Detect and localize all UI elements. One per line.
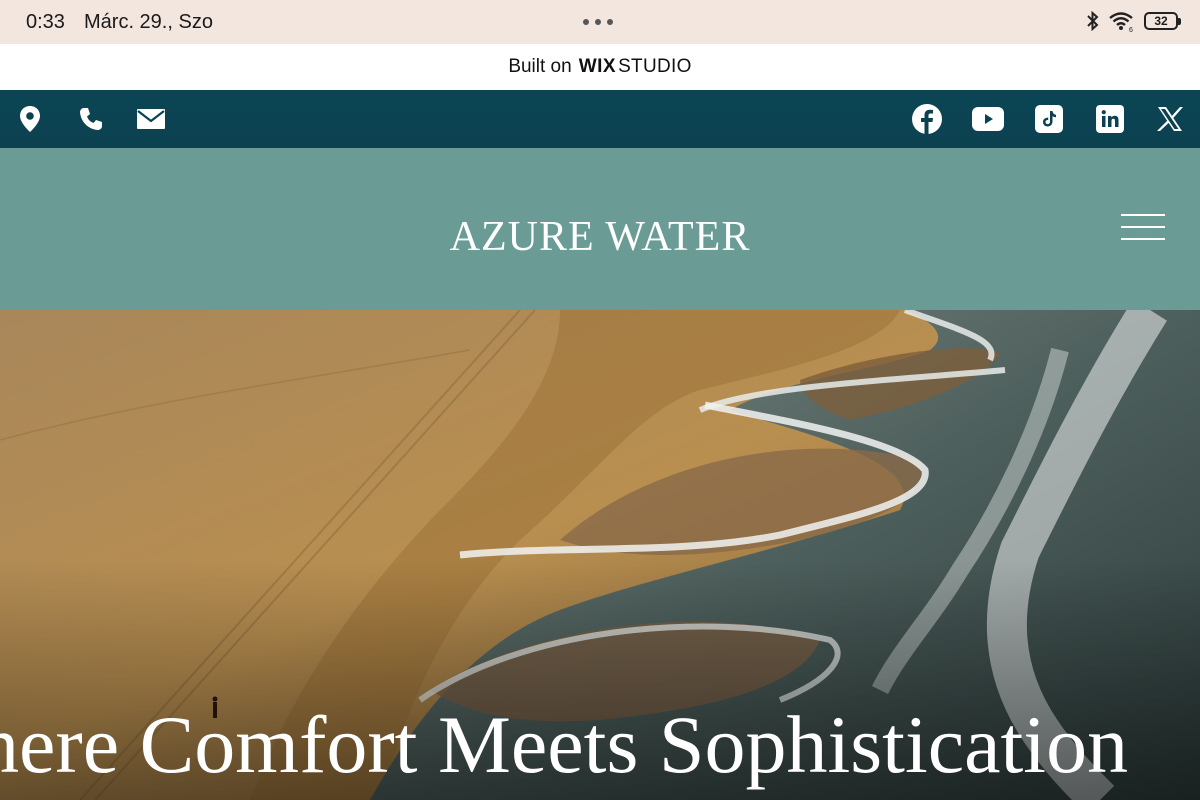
contact-social-bar xyxy=(0,90,1200,148)
location-pin-icon[interactable] xyxy=(14,103,46,135)
facebook-icon[interactable] xyxy=(911,103,943,135)
tiktok-icon[interactable] xyxy=(1033,103,1065,135)
youtube-icon[interactable] xyxy=(972,103,1004,135)
status-indicators: 6 32 xyxy=(1086,10,1181,32)
hero-section: here Comfort Meets Sophistication xyxy=(0,310,1200,800)
svg-text:6: 6 xyxy=(1129,27,1133,32)
site-header: AZURE WATER xyxy=(0,148,1200,310)
mail-icon[interactable] xyxy=(135,103,167,135)
bluetooth-icon xyxy=(1087,11,1099,31)
wix-logo-text: WIX xyxy=(578,56,617,77)
multitask-dots-icon[interactable] xyxy=(583,19,613,25)
battery-icon: 32 xyxy=(1144,12,1181,30)
battery-level: 32 xyxy=(1154,14,1168,28)
system-status-bar: 0:33 Márc. 29., Szo 6 32 xyxy=(0,0,1200,44)
x-icon[interactable] xyxy=(1154,103,1186,135)
linkedin-icon[interactable] xyxy=(1094,103,1126,135)
hero-headline: here Comfort Meets Sophistication xyxy=(0,699,1129,790)
hamburger-menu-icon[interactable] xyxy=(1121,212,1165,242)
studio-logo-text: STUDIO xyxy=(618,56,692,77)
wix-studio-banner[interactable]: Built on WIX STUDIO xyxy=(0,44,1200,90)
site-brand-logo[interactable]: AZURE WATER xyxy=(0,213,1200,261)
status-date: Márc. 29., Szo xyxy=(84,11,213,33)
status-time: 0:33 xyxy=(26,11,65,33)
built-on-text: Built on xyxy=(508,56,572,77)
wifi-icon: 6 xyxy=(1109,12,1133,32)
phone-icon[interactable] xyxy=(75,103,107,135)
